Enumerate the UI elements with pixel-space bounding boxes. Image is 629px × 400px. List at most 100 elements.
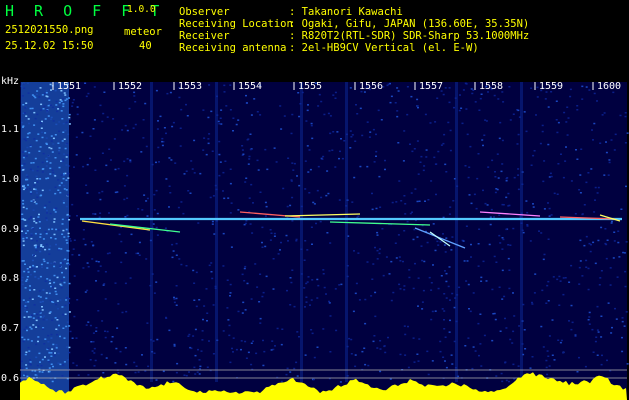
noise-speckle <box>501 298 504 300</box>
noise-speckle <box>309 168 312 171</box>
noise-speckle <box>499 121 502 124</box>
noise-speckle <box>76 299 79 301</box>
burst-speckle <box>59 363 62 366</box>
noise-speckle <box>496 188 499 191</box>
noise-speckle <box>517 109 520 112</box>
noise-speckle <box>153 209 156 211</box>
noise-speckle <box>306 249 309 251</box>
noise-speckle <box>229 292 232 294</box>
noise-speckle <box>478 109 481 111</box>
noise-speckle <box>261 241 263 244</box>
noise-speckle <box>208 84 211 86</box>
noise-speckle <box>75 154 78 156</box>
burst-speckle <box>61 223 64 225</box>
noise-speckle <box>295 238 298 241</box>
noise-speckle <box>531 356 534 358</box>
noise-speckle <box>334 97 337 99</box>
noise-speckle <box>389 378 392 380</box>
noise-speckle <box>403 230 406 232</box>
spectrogram-background <box>20 82 627 400</box>
noise-speckle <box>569 95 572 98</box>
noise-speckle <box>315 222 317 225</box>
burst-speckle <box>24 187 27 189</box>
noise-speckle <box>82 165 85 168</box>
noise-speckle <box>544 98 547 100</box>
burst-speckle <box>65 98 68 100</box>
noise-speckle <box>392 291 395 294</box>
noise-speckle <box>210 271 213 273</box>
burst-speckle <box>43 105 46 108</box>
burst-speckle <box>63 276 66 279</box>
noise-speckle <box>273 147 276 149</box>
noise-speckle <box>509 244 512 246</box>
noise-speckle <box>263 350 266 353</box>
noise-speckle <box>435 193 437 196</box>
noise-speckle <box>250 342 253 344</box>
noise-speckle <box>444 360 446 362</box>
burst-speckle <box>50 140 53 142</box>
observer-value: : Takanori Kawachi <box>289 6 403 18</box>
burst-speckle <box>24 305 27 307</box>
noise-speckle <box>219 161 222 163</box>
noise-speckle <box>108 212 110 214</box>
noise-speckle <box>432 264 434 266</box>
burst-speckle <box>25 326 28 328</box>
noise-speckle <box>119 350 122 353</box>
noise-speckle <box>287 240 289 242</box>
y-tick-label: 0.9 <box>1 224 20 235</box>
noise-speckle <box>491 159 494 162</box>
noise-speckle <box>476 177 479 180</box>
noise-speckle <box>197 222 200 224</box>
noise-speckle <box>562 277 565 279</box>
burst-speckle <box>33 270 36 273</box>
noise-speckle <box>570 328 573 331</box>
noise-speckle <box>555 119 558 121</box>
noise-speckle <box>555 100 558 102</box>
noise-speckle <box>121 311 124 314</box>
noise-speckle <box>543 253 546 256</box>
burst-speckle <box>47 154 50 157</box>
burst-speckle <box>29 191 32 193</box>
noise-speckle <box>331 149 334 151</box>
noise-speckle <box>186 115 189 117</box>
burst-speckle <box>60 248 63 250</box>
noise-speckle <box>125 363 128 366</box>
noise-speckle <box>420 245 423 247</box>
noise-speckle <box>607 174 610 176</box>
burst-speckle <box>61 140 64 142</box>
noise-speckle <box>108 148 111 150</box>
noise-speckle <box>445 272 448 275</box>
noise-speckle <box>535 114 537 116</box>
noise-speckle <box>495 261 498 263</box>
burst-speckle <box>41 371 44 373</box>
noise-speckle <box>612 257 615 259</box>
noise-speckle <box>137 252 140 255</box>
burst-speckle <box>29 266 32 268</box>
noise-speckle <box>250 114 253 116</box>
noise-speckle <box>483 134 486 136</box>
burst-speckle <box>30 267 33 269</box>
noise-speckle <box>464 165 467 167</box>
noise-speckle <box>227 197 230 199</box>
noise-speckle <box>579 192 582 194</box>
noise-speckle <box>133 361 136 364</box>
noise-speckle <box>581 275 584 277</box>
burst-speckle <box>39 178 42 180</box>
noise-speckle <box>282 187 285 190</box>
noise-speckle <box>103 91 106 93</box>
noise-speckle <box>123 185 126 187</box>
burst-speckle <box>27 184 29 186</box>
noise-speckle <box>246 139 249 141</box>
burst-speckle <box>21 367 24 370</box>
noise-speckle <box>261 226 264 229</box>
noise-speckle <box>590 243 592 246</box>
noise-speckle <box>475 207 478 210</box>
burst-speckle <box>61 118 64 120</box>
noise-speckle <box>545 302 548 304</box>
noise-speckle <box>349 130 352 132</box>
noise-speckle <box>603 174 606 176</box>
noise-speckle <box>437 150 440 153</box>
noise-speckle <box>471 367 474 370</box>
noise-speckle <box>134 101 137 103</box>
noise-speckle <box>530 164 533 166</box>
